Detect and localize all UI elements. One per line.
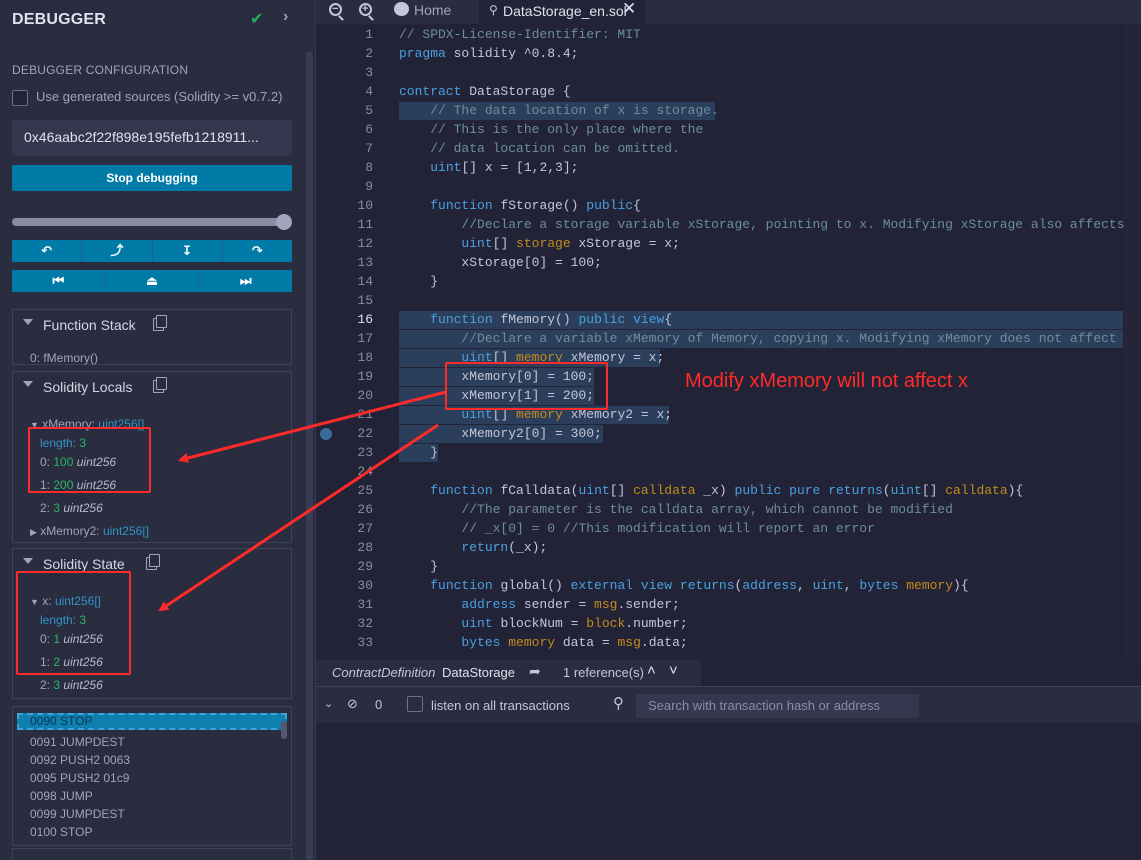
arrow-to-locals bbox=[178, 390, 447, 463]
arrow-to-state bbox=[158, 423, 439, 612]
annotation-arrows bbox=[158, 390, 447, 612]
